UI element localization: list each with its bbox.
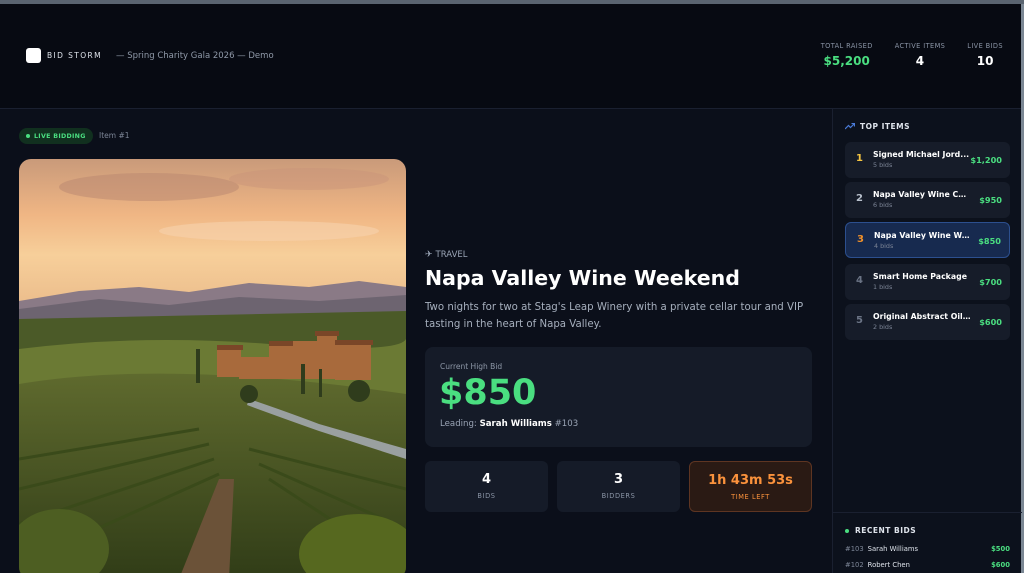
- bids-count-card: 4 BIDS: [425, 461, 548, 512]
- trending-up-icon: [845, 123, 855, 130]
- bidders-count-card: 3 BIDDERS: [557, 461, 680, 512]
- top-item-rank: 5: [856, 315, 863, 326]
- app-header: BID STORM — Spring Charity Gala 2026 — D…: [0, 4, 1021, 109]
- airplane-icon: ✈: [425, 250, 433, 260]
- current-bid-label: Current High Bid: [440, 362, 503, 371]
- item-title: Napa Valley Wine Weekend: [425, 266, 740, 290]
- sidebar: TOP ITEMS 1 Signed Michael Jord... 5 bid…: [832, 109, 1022, 573]
- top-item-bids: 4 bids: [874, 242, 894, 250]
- bids-count: 4: [481, 472, 492, 487]
- recent-bids-section: RECENT BIDS #103 Sarah Williams $500 #10…: [833, 512, 1022, 573]
- top-item-name: Smart Home Package: [873, 272, 968, 281]
- bid-amount: $600: [991, 561, 1010, 569]
- top-items-title: TOP ITEMS: [860, 122, 910, 131]
- stat-total-raised: TOTAL RAISED $5,200: [821, 42, 873, 68]
- top-item[interactable]: 2 Napa Valley Wine Coll... 6 bids $950: [845, 182, 1010, 218]
- top-item-bids: 5 bids: [873, 161, 893, 169]
- item-description: Two nights for two at Stag's Leap Winery…: [425, 302, 804, 330]
- recent-bids-heading: RECENT BIDS: [845, 526, 916, 535]
- leading-prefix: Leading:: [440, 419, 480, 429]
- top-item-bids: 2 bids: [873, 323, 893, 331]
- stat-value: 10: [976, 54, 994, 68]
- stat-label: ACTIVE ITEMS: [894, 42, 946, 50]
- bids-label: BIDS: [477, 492, 496, 500]
- top-item-price: $850: [978, 236, 1001, 246]
- stat-value: $5,200: [823, 54, 870, 68]
- brand[interactable]: BID STORM: [26, 48, 102, 63]
- top-item-price: $700: [979, 277, 1002, 287]
- time-left-card: 1h 43m 53s TIME LEFT: [689, 461, 812, 512]
- brand-name: BID STORM: [47, 51, 103, 60]
- current-bid-amount: $850: [439, 373, 537, 413]
- item-photo: [19, 159, 406, 573]
- item-category: ✈ TRAVEL: [425, 250, 468, 260]
- top-item-rank: 4: [856, 275, 863, 286]
- brand-logo-icon: [26, 48, 41, 63]
- bidders-count: 3: [613, 472, 624, 487]
- top-item-price: $950: [979, 195, 1002, 205]
- top-item-price: $600: [979, 317, 1002, 327]
- top-item-name: Original Abstract Oil P...: [873, 312, 971, 321]
- live-dot-icon: [845, 528, 849, 533]
- top-item[interactable]: 4 Smart Home Package 1 bids $700: [845, 264, 1010, 300]
- vineyard-image: [19, 159, 406, 573]
- item-number: Item #1: [99, 131, 130, 140]
- top-item[interactable]: 1 Signed Michael Jord... 5 bids $1,200: [845, 142, 1010, 178]
- top-items-heading: TOP ITEMS: [845, 122, 910, 131]
- time-left-label: TIME LEFT: [731, 493, 770, 501]
- stat-label: TOTAL RAISED: [820, 42, 873, 50]
- top-item-price: $1,200: [970, 155, 1002, 165]
- bidder-number: #103: [845, 545, 864, 553]
- category-label: TRAVEL: [435, 250, 468, 260]
- leading-bidder: Leading: Sarah Williams #103: [440, 419, 578, 429]
- recent-bids-title: RECENT BIDS: [855, 526, 917, 535]
- header-stats: TOTAL RAISED $5,200 ACTIVE ITEMS 4 LIVE …: [821, 42, 1003, 68]
- top-item-active[interactable]: 3 Napa Valley Wine We... 4 bids $850: [845, 222, 1010, 258]
- live-badge-label: LIVE BIDDING: [34, 132, 86, 140]
- leading-bidder-name: Sarah Williams: [479, 419, 552, 429]
- recent-bid-row: #103 Sarah Williams $500: [845, 545, 1010, 553]
- current-bid-card: Current High Bid $850 Leading: Sarah Wil…: [425, 347, 812, 447]
- live-bidding-badge: LIVE BIDDING: [19, 128, 93, 144]
- live-dot-icon: [26, 134, 30, 138]
- top-item-name: Napa Valley Wine We...: [874, 231, 972, 240]
- stat-value: 4: [915, 54, 925, 68]
- top-item-bids: 1 bids: [873, 283, 893, 291]
- event-name: — Spring Charity Gala 2026 — Demo: [116, 51, 274, 61]
- bidder-name: Robert Chen: [867, 561, 910, 569]
- stat-label: LIVE BIDS: [967, 42, 1003, 50]
- top-item[interactable]: 5 Original Abstract Oil P... 2 bids $600: [845, 304, 1010, 340]
- stat-live-bids: LIVE BIDS 10: [967, 42, 1003, 68]
- main-panel: LIVE BIDDING Item #1 ✈ TRAVEL Napa Valle…: [0, 109, 832, 573]
- top-item-name: Napa Valley Wine Coll...: [873, 190, 971, 199]
- top-item-rank: 2: [856, 193, 863, 204]
- top-item-bids: 6 bids: [873, 201, 893, 209]
- bidder-number: #102: [845, 561, 864, 569]
- bidder-name: Sarah Williams: [867, 545, 919, 553]
- top-item-rank: 1: [856, 153, 863, 164]
- leading-bidder-number: #103: [551, 419, 579, 429]
- recent-bid-row: #102 Robert Chen $600: [845, 561, 1010, 569]
- top-item-name: Signed Michael Jord...: [873, 150, 970, 159]
- stat-active-items: ACTIVE ITEMS 4: [895, 42, 946, 68]
- top-item-rank: 3: [857, 234, 864, 245]
- time-left-value: 1h 43m 53s: [708, 473, 793, 488]
- bid-amount: $500: [991, 545, 1010, 553]
- bidders-label: BIDDERS: [601, 492, 636, 500]
